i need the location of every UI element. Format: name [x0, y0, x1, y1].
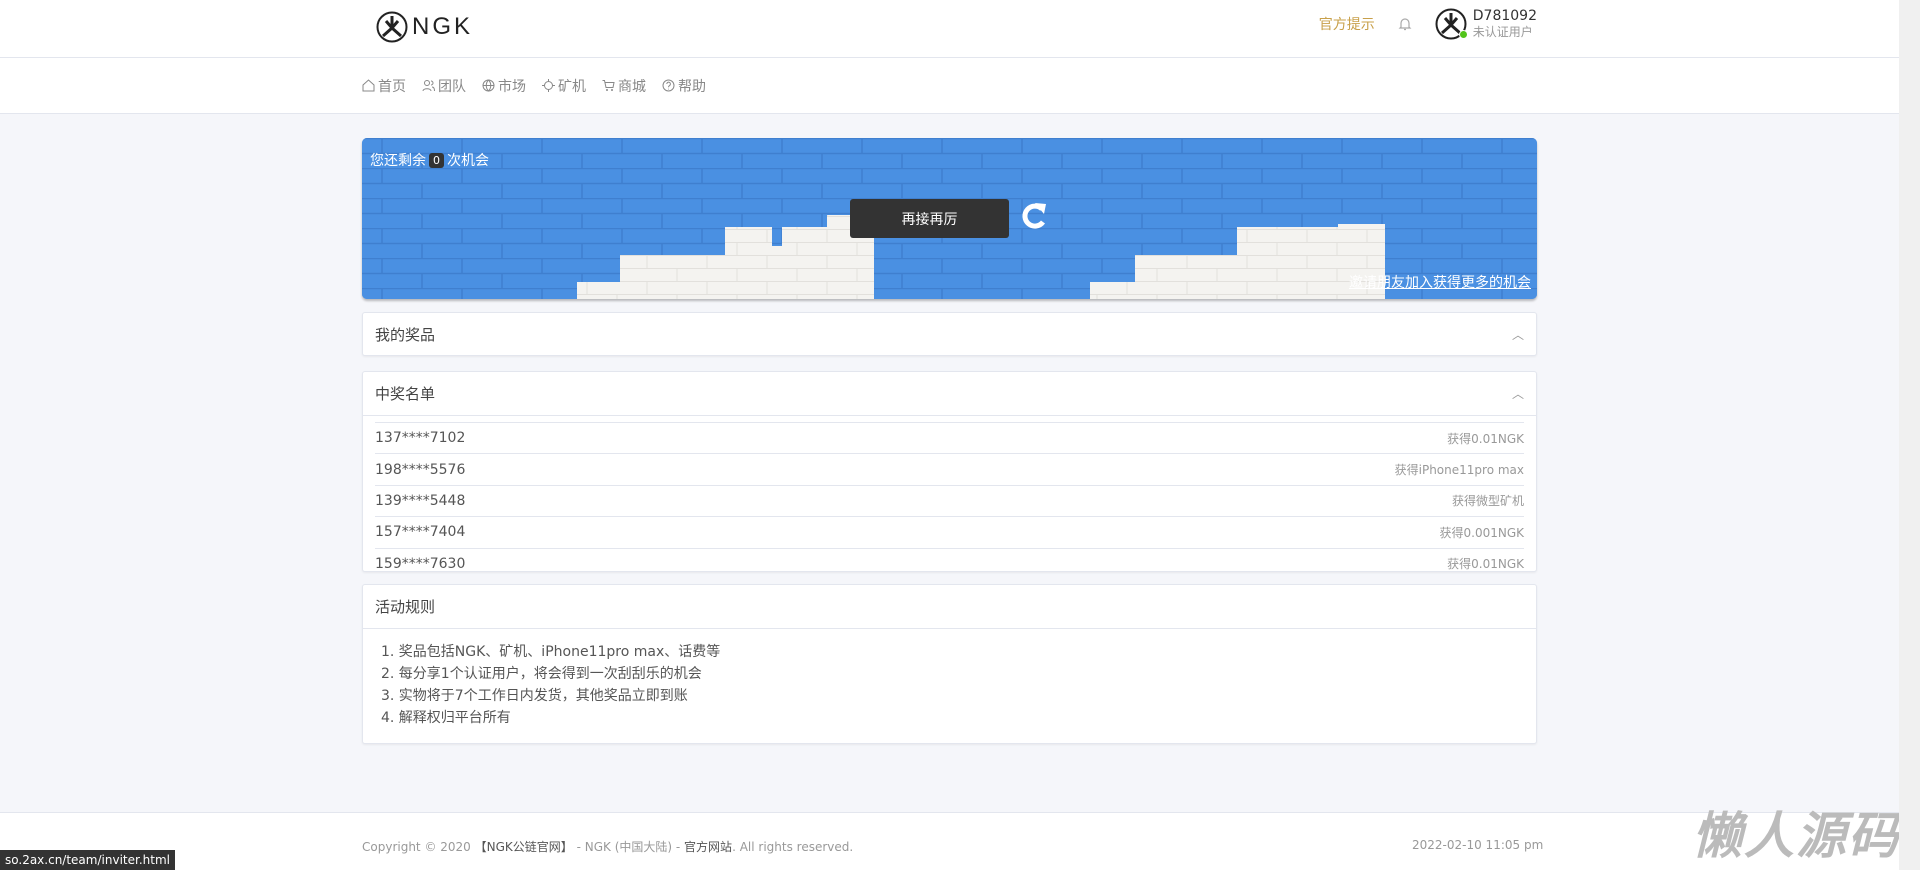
main-nav: 首页 团队 市场 矿机 商城 帮助 — [0, 58, 1899, 114]
winner-prize: 获得微型矿机 — [1451, 494, 1524, 509]
my-prizes-header[interactable]: 我的奖品 ︿ — [363, 313, 1536, 355]
chip-icon — [542, 79, 555, 92]
nav-market[interactable]: 市场 — [482, 76, 526, 96]
winner-row: 137****7102 获得0.01NGK — [375, 422, 1524, 453]
nav-help[interactable]: 帮助 — [662, 76, 706, 96]
footer: Copyright © 2020 【NGK公链官网】 - NGK (中国大陆) … — [0, 812, 1899, 870]
try-again-button[interactable]: 再接再厉 — [850, 199, 1009, 238]
home-icon — [362, 79, 375, 92]
logo[interactable]: NGK — [376, 11, 473, 43]
winner-prize: 获得0.01NGK — [1447, 557, 1524, 572]
scratch-card[interactable]: 您还剩余 0 次机会 再接再厉 邀请朋友加入获得更多的机会 — [362, 138, 1537, 299]
winner-prize: 获得iPhone11pro max — [1394, 463, 1524, 478]
rule-item: 4. 解释权归平台所有 — [381, 710, 511, 726]
chevron-up-icon: ︿ — [1511, 387, 1524, 401]
username: D781092 — [1472, 8, 1537, 24]
winners-list[interactable]: 137****7102 获得0.01NGK 198****5576 获得iPhone1… — [363, 416, 1536, 572]
my-prizes-panel: 我的奖品 ︿ — [362, 312, 1537, 356]
winners-header[interactable]: 中奖名单 ︿ — [363, 372, 1536, 416]
nav-shop[interactable]: 商城 — [602, 76, 646, 96]
footer-date: 2022-02-10 11:05 pm — [1412, 838, 1544, 852]
users-icon — [422, 80, 435, 92]
rule-item: 3. 实物将于7个工作日内发货，其他奖品立即到账 — [381, 688, 688, 704]
globe-icon — [482, 79, 495, 92]
winner-row: 157****7404 获得0.001NGK — [375, 516, 1524, 547]
scrollbar[interactable] — [1899, 0, 1920, 870]
site-link[interactable]: 官方网站 — [684, 840, 732, 854]
nav-team[interactable]: 团队 — [422, 76, 466, 96]
chevron-up-icon: ︿ — [1511, 327, 1524, 342]
invite-friends-link[interactable]: 邀请朋友加入获得更多的机会 — [1349, 272, 1531, 292]
rules-header: 活动规则 — [363, 585, 1536, 629]
bell-icon[interactable] — [1397, 16, 1413, 32]
winner-prize: 获得0.001NGK — [1439, 525, 1525, 540]
remaining-chances: 您还剩余 0 次机会 — [370, 152, 489, 169]
watermark: 懒人源码 — [1692, 807, 1900, 865]
official-notice-link[interactable]: 官方提示 — [1319, 14, 1375, 34]
winner-prize: 获得0.01NGK — [1447, 431, 1524, 446]
avatar[interactable] — [1435, 8, 1468, 40]
rule-item: 1. 奖品包括NGK、矿机、iPhone11pro max、话费等 — [381, 644, 721, 660]
winner-row: 159****7630 获得0.01NGK — [375, 547, 1524, 572]
copyright: Copyright © 2020 【NGK公链官网】 - NGK (中国大陆) … — [362, 840, 854, 854]
user-status: 未认证用户 — [1472, 25, 1533, 39]
winner-user: 139****5448 — [375, 492, 466, 509]
online-status-dot — [1458, 30, 1468, 39]
winner-row: 198****5576 获得iPhone11pro max — [375, 453, 1524, 484]
help-icon — [662, 79, 675, 92]
brand-link[interactable]: 【NGK公链官网】 — [475, 840, 573, 854]
rules-panel: 活动规则 1. 奖品包括NGK、矿机、iPhone11pro max、话费等 2.… — [362, 584, 1537, 744]
top-header: NGK 官方提示 D781092 未认证用户 — [0, 0, 1899, 58]
rules-list: 1. 奖品包括NGK、矿机、iPhone11pro max、话费等 2. 每分享1… — [363, 629, 1536, 741]
rule-item: 2. 每分享1个认证用户，将会得到一次刮刮乐的机会 — [381, 666, 702, 682]
remaining-count-badge: 0 — [429, 152, 444, 168]
winner-user: 157****7404 — [375, 524, 466, 541]
nav-miner[interactable]: 矿机 — [542, 76, 586, 96]
winner-user: 159****7630 — [375, 555, 466, 572]
ngk-logo-icon — [376, 11, 408, 43]
cart-icon — [602, 80, 615, 91]
winners-panel: 中奖名单 ︿ 137****7102 获得0.01NGK 198****5576 获得… — [362, 371, 1537, 572]
nav-home[interactable]: 首页 — [362, 76, 406, 96]
winner-user: 137****7102 — [375, 430, 466, 447]
winner-user: 198****5576 — [375, 461, 466, 478]
refresh-icon[interactable] — [1020, 200, 1048, 232]
status-bar-url: so.2ax.cn/team/inviter.html — [0, 850, 175, 870]
winner-row: 139****5448 获得微型矿机 — [375, 484, 1524, 516]
